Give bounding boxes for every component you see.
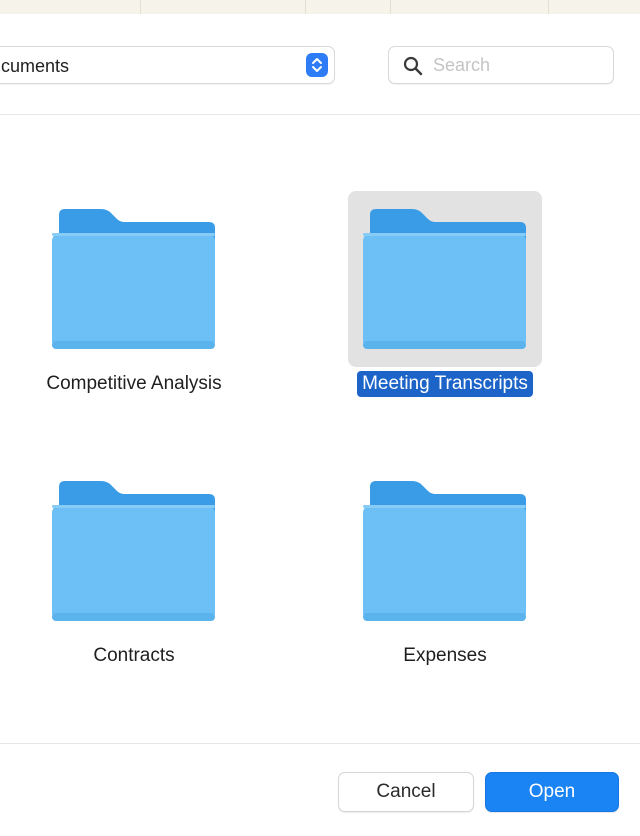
location-label: cuments [1,56,70,76]
folder-label-selected: Meeting Transcripts [357,371,533,397]
folder-thumbnail [348,463,542,639]
folder-icon [363,209,526,349]
chrome-divider [548,0,549,14]
folder-thumbnail-selected [348,191,542,367]
chevron-up-down-icon[interactable] [306,53,328,77]
folder-thumbnail [37,191,231,367]
dialog-toolbar: cuments [0,14,640,115]
file-browser-grid: Competitive Analysis Meeting Transcripts [0,115,640,743]
open-button[interactable]: Open [485,772,619,812]
folder-thumbnail [37,463,231,639]
folder-item-competitive-analysis[interactable]: Competitive Analysis [4,191,264,397]
window-chrome-strip [0,0,640,15]
location-popup-button[interactable]: cuments [0,46,335,84]
cancel-button[interactable]: Cancel [338,772,474,812]
folder-icon [363,481,526,621]
folder-item-meeting-transcripts[interactable]: Meeting Transcripts [315,191,575,397]
folder-icon [52,481,215,621]
open-file-dialog: cuments Search Competitive Analysis Meet… [0,0,640,836]
search-input[interactable] [433,51,603,79]
search-field[interactable] [388,46,614,84]
chrome-divider [390,0,391,14]
folder-label: Expenses [403,645,487,666]
chrome-divider [305,0,306,14]
search-icon [403,56,423,76]
chrome-divider [140,0,141,14]
folder-icon [52,209,215,349]
folder-item-expenses[interactable]: Expenses [315,463,575,669]
folder-label: Competitive Analysis [46,373,222,394]
folder-label: Contracts [93,645,175,666]
folder-item-contracts[interactable]: Contracts [4,463,264,669]
dialog-button-bar: Cancel Open [0,743,640,836]
